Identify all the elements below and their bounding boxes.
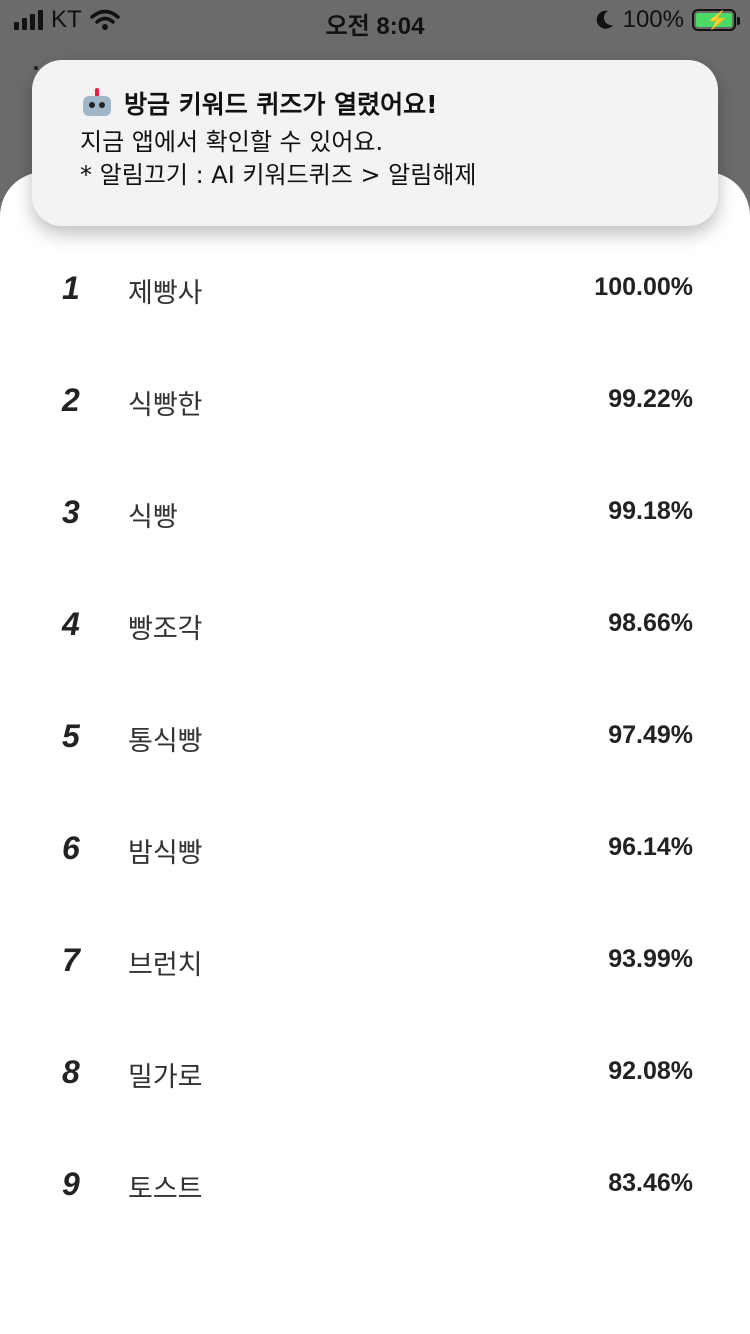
rank-score: 99.18%: [608, 497, 693, 525]
bolt-icon: ⚡: [706, 10, 729, 30]
rank-word: 식빵한: [128, 390, 203, 421]
battery-tip: [737, 17, 740, 25]
rank-number: 1: [62, 270, 80, 306]
rank-number: 4: [62, 606, 80, 642]
rank-number: 8: [62, 1054, 80, 1090]
notification-banner[interactable]: 방금 키워드 퀴즈가 열렸어요! 지금 앱에서 확인할 수 있어요. * 알림끄…: [32, 60, 718, 226]
ranking-row[interactable]: 8 밀가로 92.08%: [0, 1016, 750, 1128]
ranking-row[interactable]: 4 빵조각 98.66%: [0, 568, 750, 680]
robot-icon: [80, 88, 114, 118]
rank-score: 92.08%: [608, 1057, 693, 1085]
rank-score: 97.49%: [608, 721, 693, 749]
notification-title: 방금 키워드 퀴즈가 열렸어요!: [124, 90, 438, 119]
screen: KT 오전 8:04 100% ⚡ 방금 키워드 퀴즈가 열렸어요! 지금 앱에…: [0, 0, 750, 1334]
rank-score: 99.22%: [608, 385, 693, 413]
status-right: 100% ⚡: [595, 6, 740, 34]
rank-number: 7: [62, 942, 80, 978]
ranking-row[interactable]: 9 토스트 83.46%: [0, 1128, 750, 1240]
rank-score: 100.00%: [594, 273, 693, 301]
ranking-row[interactable]: 3 식빵 99.18%: [0, 456, 750, 568]
ranking-row[interactable]: 5 통식빵 97.49%: [0, 680, 750, 792]
rank-score: 96.14%: [608, 833, 693, 861]
battery-percent: 100%: [622, 6, 684, 33]
rank-number: 9: [62, 1166, 80, 1202]
ranking-row[interactable]: 2 식빵한 99.22%: [0, 344, 750, 456]
rank-score: 98.66%: [608, 609, 693, 637]
ranking-list: 1 제빵사 100.00% 2 식빵한 99.22% 3 식빵 99.18% 4…: [0, 232, 750, 1240]
rank-score: 93.99%: [608, 945, 693, 973]
rank-word: 토스트: [128, 1174, 203, 1205]
rank-word: 빵조각: [128, 614, 203, 645]
battery-charging-icon: ⚡: [692, 9, 740, 31]
rank-word: 브런치: [128, 950, 203, 981]
notification-line-2: * 알림끄기 : AI 키워드퀴즈 > 알림해제: [80, 161, 477, 189]
rank-number: 2: [62, 382, 80, 418]
rank-word: 밀가로: [128, 1062, 203, 1093]
moon-icon: [596, 10, 613, 29]
rank-word: 식빵: [128, 502, 178, 533]
ranking-row[interactable]: 6 밤식빵 96.14%: [0, 792, 750, 904]
rank-number: 5: [62, 718, 80, 754]
notification-title-row: 방금 키워드 퀴즈가 열렸어요!: [80, 84, 678, 122]
ranking-row[interactable]: 1 제빵사 100.00%: [0, 232, 750, 344]
background-dot: [34, 66, 38, 70]
rank-word: 제빵사: [128, 278, 203, 309]
rank-number: 3: [62, 494, 80, 530]
rank-word: 통식빵: [128, 726, 203, 757]
rank-score: 83.46%: [608, 1169, 693, 1197]
ranking-row[interactable]: 7 브런치 93.99%: [0, 904, 750, 1016]
rank-word: 밤식빵: [128, 838, 203, 869]
status-bar: KT 오전 8:04 100% ⚡: [0, 0, 750, 40]
rank-number: 6: [62, 830, 80, 866]
notification-line-1: 지금 앱에서 확인할 수 있어요.: [80, 128, 384, 156]
